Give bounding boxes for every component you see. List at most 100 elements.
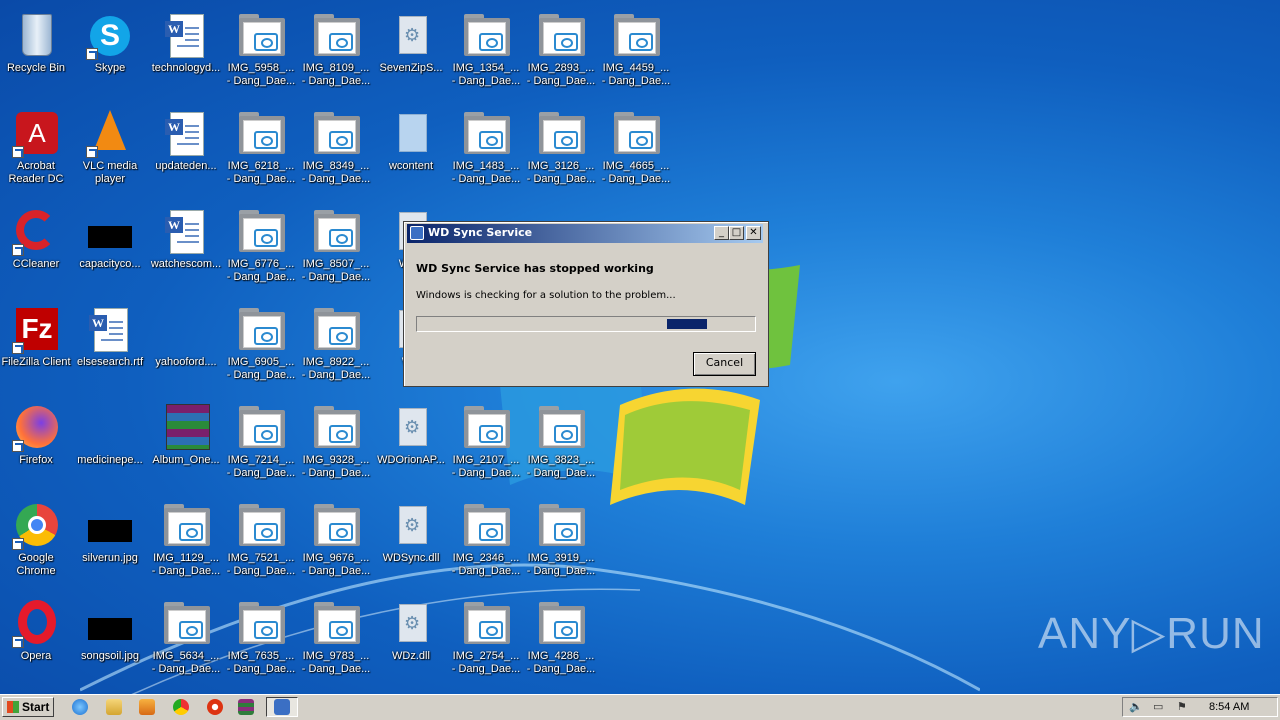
desktop-icon[interactable]: VLC media player	[72, 104, 148, 196]
desktop-icon[interactable]: IMG_1354_... - Dang_Dae...	[448, 6, 524, 98]
desktop-icon[interactable]: IMG_1483_... - Dang_Dae...	[448, 104, 524, 196]
desktop-icon[interactable]: IMG_3823_... - Dang_Dae...	[523, 398, 599, 490]
desktop-icon[interactable]: Wtechnologyd...	[148, 6, 224, 98]
folder-icon	[462, 110, 510, 158]
desktop-icon[interactable]: IMG_8922_... - Dang_Dae...	[298, 300, 374, 392]
start-button[interactable]: Start	[2, 697, 54, 717]
desktop-icon[interactable]: IMG_6218_... - Dang_Dae...	[223, 104, 299, 196]
desktop-icon[interactable]: IMG_9783_... - Dang_Dae...	[298, 594, 374, 686]
desktop[interactable]: Recycle Bin S Skype Wtechnologyd... IMG_5958…	[0, 0, 1280, 694]
dialog-title-bar[interactable]: WD Sync Service _ □ ✕	[407, 224, 763, 243]
desktop-icon[interactable]: wcontent	[373, 104, 449, 196]
desktop-icon[interactable]: yahooford....	[148, 300, 224, 392]
blackbox-icon	[86, 208, 134, 256]
network-icon[interactable]: ▭	[1153, 701, 1167, 713]
desktop-icon[interactable]: IMG_6905_... - Dang_Dae...	[223, 300, 299, 392]
gear-icon	[387, 600, 435, 648]
desktop-icon-label: IMG_2346_... - Dang_Dae...	[451, 552, 521, 577]
desktop-icon[interactable]: IMG_7214_... - Dang_Dae...	[223, 398, 299, 490]
desktop-icon-label: songsoil.jpg	[80, 650, 140, 662]
desktop-icon[interactable]: IMG_9328_... - Dang_Dae...	[298, 398, 374, 490]
desktop-icon-label: medicinepe...	[77, 454, 143, 466]
desktop-icon[interactable]: IMG_2107_... - Dang_Dae...	[448, 398, 524, 490]
winrar-icon[interactable]	[238, 699, 254, 715]
desktop-icon-label: IMG_4665_... - Dang_Dae...	[601, 160, 671, 185]
folder-icon	[237, 110, 285, 158]
media-player-icon[interactable]	[139, 699, 155, 715]
desktop-icon[interactable]: songsoil.jpg	[72, 594, 148, 686]
taskbar: Start 🔈 ▭ ⚑ 8:54 AM	[0, 694, 1280, 720]
maximize-button[interactable]: □	[729, 226, 744, 240]
desktop-icon[interactable]: IMG_3919_... - Dang_Dae...	[523, 496, 599, 588]
desktop-icon[interactable]: IMG_5634_... - Dang_Dae...	[148, 594, 224, 686]
desktop-icon[interactable]: IMG_8349_... - Dang_Dae...	[298, 104, 374, 196]
desktop-icon[interactable]: IMG_5958_... - Dang_Dae...	[223, 6, 299, 98]
desktop-icon[interactable]: Wupdateden...	[148, 104, 224, 196]
desktop-icon[interactable]: A Acrobat Reader DC	[0, 104, 74, 196]
desktop-icon[interactable]: Welsesearch.rtf	[72, 300, 148, 392]
desktop-icon[interactable]: IMG_8109_... - Dang_Dae...	[298, 6, 374, 98]
cancel-button[interactable]: Cancel	[693, 352, 756, 376]
desktop-icon[interactable]: IMG_9676_... - Dang_Dae...	[298, 496, 374, 588]
desktop-icon[interactable]: SevenZipS...	[373, 6, 449, 98]
folder-icon	[312, 600, 360, 648]
dialog-heading: WD Sync Service has stopped working	[416, 262, 654, 275]
desktop-icon[interactable]: WDSync.dll	[373, 496, 449, 588]
folder-icon	[312, 208, 360, 256]
desktop-icon[interactable]: IMG_4286_... - Dang_Dae...	[523, 594, 599, 686]
ie-icon[interactable]	[72, 699, 88, 715]
firefox-icon	[12, 404, 60, 452]
desktop-icon[interactable]: WDz.dll	[373, 594, 449, 686]
folder-icon	[537, 502, 585, 550]
desktop-icon[interactable]: IMG_8507_... - Dang_Dae...	[298, 202, 374, 294]
desktop-icon-label: Opera	[20, 650, 52, 662]
desktop-icon[interactable]: IMG_1129_... - Dang_Dae...	[148, 496, 224, 588]
desktop-icon[interactable]: S Skype	[72, 6, 148, 98]
opera-icon[interactable]	[207, 699, 223, 715]
taskbar-wd-sync-button[interactable]	[266, 697, 298, 717]
word-icon: W	[162, 208, 210, 256]
desktop-icon[interactable]: IMG_4665_... - Dang_Dae...	[598, 104, 674, 196]
action-center-flag-icon[interactable]: ⚑	[1177, 701, 1191, 713]
desktop-icon-label: IMG_1129_... - Dang_Dae...	[151, 552, 221, 577]
volume-icon[interactable]: 🔈	[1129, 701, 1143, 713]
desktop-icon-label: yahooford....	[155, 356, 217, 368]
close-button[interactable]: ✕	[746, 226, 761, 240]
wd-sync-icon	[274, 699, 290, 715]
desktop-icon[interactable]: WDOrionAP...	[373, 398, 449, 490]
desktop-icon-label: Acrobat Reader DC	[8, 160, 64, 185]
desktop-icon[interactable]: IMG_6776_... - Dang_Dae...	[223, 202, 299, 294]
desktop-icon[interactable]: medicinepe...	[72, 398, 148, 490]
desktop-icon[interactable]: capacityco...	[72, 202, 148, 294]
explorer-icon[interactable]	[106, 699, 122, 715]
minimize-button[interactable]: _	[714, 226, 729, 240]
chrome-icon[interactable]	[173, 699, 189, 715]
desktop-icon[interactable]: Fz FileZilla Client	[0, 300, 74, 392]
desktop-icon[interactable]: Album_One...	[148, 398, 224, 490]
desktop-icon[interactable]: IMG_3126_... - Dang_Dae...	[523, 104, 599, 196]
desktop-icon[interactable]: Recycle Bin	[0, 6, 74, 98]
error-dialog[interactable]: WD Sync Service _ □ ✕ WD Sync Service ha…	[403, 221, 769, 387]
folder-icon	[237, 404, 285, 452]
desktop-icon[interactable]: Opera	[0, 594, 74, 686]
skype-icon: S	[86, 12, 134, 60]
desktop-icon[interactable]: IMG_2754_... - Dang_Dae...	[448, 594, 524, 686]
desktop-icon[interactable]: IMG_7635_... - Dang_Dae...	[223, 594, 299, 686]
opera-icon	[12, 600, 60, 648]
desktop-icon[interactable]: IMG_4459_... - Dang_Dae...	[598, 6, 674, 98]
dialog-title: WD Sync Service	[428, 226, 533, 239]
desktop-icon-label: IMG_3919_... - Dang_Dae...	[526, 552, 596, 577]
desktop-icon[interactable]: Firefox	[0, 398, 74, 490]
desktop-icon[interactable]: silverun.jpg	[72, 496, 148, 588]
progress-bar	[416, 316, 756, 332]
desktop-icon[interactable]: IMG_7521_... - Dang_Dae...	[223, 496, 299, 588]
desktop-icon[interactable]: CCleaner	[0, 202, 74, 294]
blank2-icon	[86, 404, 134, 452]
clock[interactable]: 8:54 AM	[1209, 701, 1249, 713]
desktop-icon[interactable]: IMG_2346_... - Dang_Dae...	[448, 496, 524, 588]
desktop-icon[interactable]: Google Chrome	[0, 496, 74, 588]
desktop-icon-label: Firefox	[19, 454, 53, 466]
desktop-icon[interactable]: IMG_2893_... - Dang_Dae...	[523, 6, 599, 98]
desktop-icon-label: watchescom...	[150, 258, 222, 270]
desktop-icon[interactable]: Wwatchescom...	[148, 202, 224, 294]
